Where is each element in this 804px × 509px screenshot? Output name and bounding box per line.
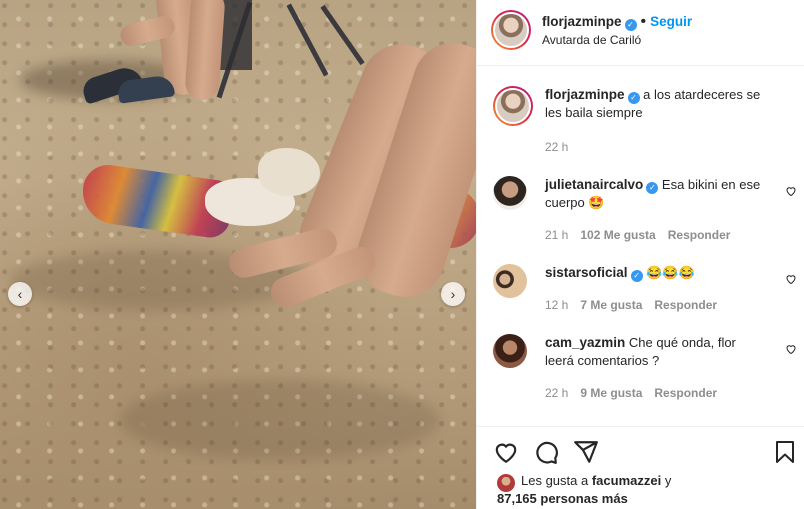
reply-button[interactable]: Responder [668, 228, 731, 242]
comment-time[interactable]: 12 h [545, 298, 568, 312]
comment-time[interactable]: 21 h [545, 228, 568, 242]
separator-dot: • [640, 13, 647, 30]
white-dog [258, 148, 320, 196]
comment-username[interactable]: julietanaircalvo [545, 177, 643, 192]
beach-chair-leg [320, 4, 365, 66]
caption-time[interactable]: 22 h [545, 140, 568, 154]
heart-icon[interactable] [785, 343, 797, 355]
author-username[interactable]: florjazminpe [542, 14, 622, 29]
instagram-post-view: ‹ › florjazminpe ✓ • Seguir Avutarda de Car… [0, 0, 804, 509]
carousel-next-button[interactable]: › [441, 282, 465, 306]
verified-badge-icon: ✓ [646, 182, 659, 194]
heart-icon[interactable] [493, 439, 519, 465]
likes-prefix: Les gusta a [521, 473, 589, 488]
heart-icon[interactable] [785, 185, 797, 197]
comment-time[interactable]: 22 h [545, 386, 568, 400]
likes-suffix: y [664, 473, 672, 488]
verified-badge-icon: ✓ [624, 19, 637, 31]
liker-avatar[interactable] [497, 474, 515, 492]
liker-username[interactable]: facumazzei [592, 473, 661, 488]
share-icon[interactable] [573, 439, 599, 465]
post-media[interactable]: ‹ › [0, 0, 476, 509]
likes-summary: Les gusta a facumazzei y 87,165 personas… [497, 472, 671, 508]
carousel-prev-button[interactable]: ‹ [8, 282, 32, 306]
post-side-panel: florjazminpe ✓ • Seguir Avutarda de Cariló … [476, 0, 804, 509]
comments-list[interactable]: florjazminpe ✓ a los atardeceres se les b… [477, 66, 804, 426]
sand-shadow [120, 380, 440, 460]
comment-likes[interactable]: 102 Me gusta [580, 228, 655, 242]
comment-likes[interactable]: 7 Me gusta [580, 298, 642, 312]
comment-meta: 21 h 102 Me gusta Responder [545, 228, 730, 242]
author-avatar[interactable] [491, 10, 531, 50]
reply-button[interactable]: Responder [654, 386, 717, 400]
follow-button[interactable]: Seguir [650, 14, 692, 29]
reply-button[interactable]: Responder [654, 298, 717, 312]
comment-icon[interactable] [533, 439, 559, 465]
action-bar: Les gusta a facumazzei y 87,165 personas… [477, 426, 804, 509]
bookmark-icon[interactable] [773, 439, 797, 465]
comment-meta: 12 h 7 Me gusta Responder [545, 298, 717, 312]
chevron-right-icon: › [450, 286, 456, 302]
chevron-left-icon: ‹ [17, 286, 23, 302]
comment-username[interactable]: sistarsoficial [545, 265, 628, 280]
heart-icon[interactable] [785, 273, 797, 285]
commenter-avatar[interactable] [493, 176, 527, 210]
commenter-avatar[interactable] [493, 264, 527, 298]
star-struck-emoji: 🤩 [588, 195, 605, 210]
verified-badge-icon: ✓ [627, 92, 640, 104]
caption-username[interactable]: florjazminpe [545, 87, 625, 102]
post-location[interactable]: Avutarda de Cariló [542, 33, 641, 47]
verified-badge-icon: ✓ [630, 270, 643, 282]
comment-likes[interactable]: 9 Me gusta [580, 386, 642, 400]
comment-meta: 22 h 9 Me gusta Responder [545, 386, 717, 400]
comment-username[interactable]: cam_yazmin [545, 335, 625, 350]
beach-chair-leg [286, 3, 329, 77]
post-header: florjazminpe ✓ • Seguir Avutarda de Cariló [477, 0, 804, 66]
likes-count[interactable]: 87,165 personas más [497, 491, 628, 506]
commenter-avatar[interactable] [493, 334, 527, 368]
author-avatar[interactable] [493, 86, 533, 126]
laughing-emojis: 😂😂😂 [646, 265, 695, 280]
